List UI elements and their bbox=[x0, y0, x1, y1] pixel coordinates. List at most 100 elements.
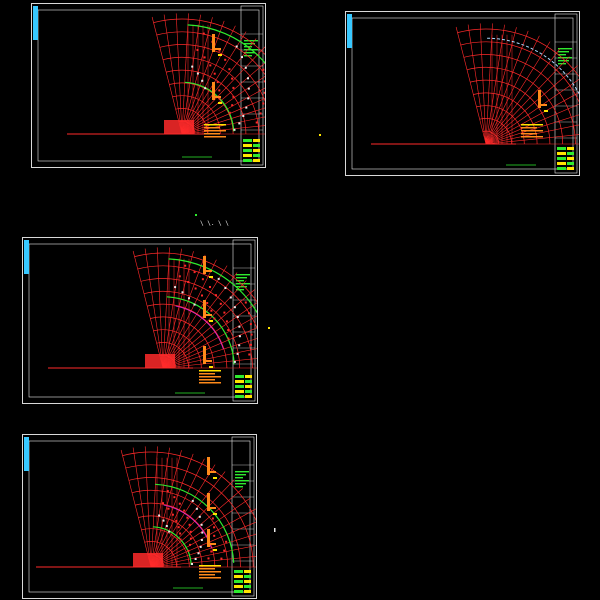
title-stamp-cell bbox=[245, 395, 252, 398]
general-notes-text bbox=[204, 130, 226, 132]
general-notes-text bbox=[204, 136, 226, 138]
room-mark bbox=[197, 552, 200, 555]
title-stamp-cell bbox=[234, 570, 243, 573]
title-stamp-cell bbox=[245, 385, 252, 388]
room-mark bbox=[238, 325, 241, 328]
title-block-text bbox=[558, 57, 572, 59]
section-detail bbox=[212, 82, 215, 100]
title-block-text bbox=[558, 51, 569, 53]
title-stamp-cell bbox=[234, 590, 243, 593]
room-mark bbox=[262, 102, 265, 105]
room-mark bbox=[225, 320, 228, 323]
room-mark bbox=[216, 81, 219, 84]
room-mark bbox=[191, 65, 194, 68]
general-notes-text bbox=[199, 571, 221, 573]
room-mark bbox=[242, 115, 245, 117]
room-mark bbox=[223, 549, 226, 552]
room-mark bbox=[201, 278, 204, 281]
room-mark bbox=[211, 517, 214, 520]
title-block-text bbox=[236, 286, 247, 288]
room-mark bbox=[209, 286, 211, 288]
section-detail-foot bbox=[210, 507, 216, 509]
cyan-title-strip bbox=[24, 240, 29, 274]
room-mark bbox=[263, 91, 265, 94]
title-stamp-cell bbox=[557, 167, 566, 170]
room-mark bbox=[238, 122, 241, 125]
room-mark bbox=[200, 523, 203, 526]
title-stamp-cell bbox=[567, 157, 574, 160]
room-mark bbox=[193, 271, 196, 274]
room-mark bbox=[195, 507, 198, 510]
title-stamp-cell bbox=[235, 385, 244, 388]
room-mark bbox=[207, 557, 210, 560]
general-notes-text bbox=[199, 568, 215, 570]
sheet-2-drawing bbox=[347, 13, 579, 174]
room-mark bbox=[186, 516, 189, 519]
grid-radial-line bbox=[162, 265, 228, 369]
title-stamp-cell bbox=[243, 144, 252, 147]
room-mark bbox=[198, 515, 201, 518]
title-stamp-cell bbox=[557, 147, 566, 150]
section-detail bbox=[203, 300, 206, 318]
room-mark bbox=[227, 337, 230, 340]
section-detail bbox=[207, 493, 210, 511]
general-notes-text bbox=[521, 130, 543, 132]
title-stamp-cell bbox=[567, 152, 574, 155]
room-mark bbox=[178, 502, 181, 505]
sheet-1-drawing bbox=[33, 5, 265, 166]
room-mark bbox=[250, 343, 252, 346]
general-notes-text bbox=[199, 379, 215, 381]
section-detail-tag bbox=[209, 276, 213, 278]
title-stamp-cell bbox=[567, 162, 574, 165]
drawing-sheet-3[interactable] bbox=[22, 237, 258, 404]
title-block-text bbox=[244, 40, 258, 42]
room-mark bbox=[174, 286, 177, 289]
stray-mark bbox=[274, 528, 276, 532]
stray-mark bbox=[195, 214, 197, 216]
grid-radial-line bbox=[485, 65, 578, 145]
stray-mark bbox=[268, 327, 270, 329]
room-mark bbox=[248, 353, 251, 356]
section-detail-tag bbox=[213, 513, 217, 515]
section-detail bbox=[207, 529, 210, 547]
room-mark bbox=[179, 538, 182, 541]
room-mark bbox=[203, 56, 206, 59]
room-mark bbox=[227, 329, 230, 331]
room-mark bbox=[210, 309, 213, 312]
title-stamp-cell bbox=[235, 380, 244, 383]
room-mark bbox=[191, 499, 194, 502]
room-mark bbox=[194, 287, 197, 290]
room-mark bbox=[232, 86, 235, 89]
title-block-text bbox=[235, 480, 249, 482]
room-mark bbox=[188, 523, 191, 526]
general-notes-text bbox=[199, 376, 221, 378]
title-block-text bbox=[235, 471, 249, 473]
room-mark bbox=[233, 360, 236, 363]
cyan-title-strip bbox=[347, 14, 352, 48]
drawing-sheet-4[interactable] bbox=[22, 434, 257, 599]
drawing-sheet-1[interactable] bbox=[31, 3, 266, 168]
drawing-sheet-2[interactable] bbox=[345, 11, 580, 176]
room-mark bbox=[196, 49, 199, 51]
room-mark bbox=[199, 545, 202, 548]
room-mark bbox=[184, 264, 187, 267]
core-hatch bbox=[145, 354, 175, 368]
room-mark bbox=[162, 519, 165, 522]
room-mark bbox=[187, 281, 190, 283]
room-mark bbox=[177, 526, 180, 529]
general-notes-text bbox=[199, 577, 221, 579]
title-stamp-cell bbox=[234, 580, 243, 583]
title-stamp-cell bbox=[234, 585, 243, 588]
title-block-text bbox=[235, 483, 246, 485]
room-mark bbox=[168, 530, 171, 533]
room-mark bbox=[231, 104, 234, 107]
title-stamp-cell bbox=[244, 570, 251, 573]
general-notes-text bbox=[199, 382, 221, 384]
sheet-3-drawing bbox=[24, 239, 257, 402]
room-mark bbox=[263, 80, 265, 83]
title-stamp-cell bbox=[253, 159, 260, 162]
room-mark bbox=[193, 303, 196, 306]
room-mark bbox=[201, 531, 204, 534]
room-mark bbox=[223, 311, 226, 314]
room-mark bbox=[241, 56, 243, 59]
